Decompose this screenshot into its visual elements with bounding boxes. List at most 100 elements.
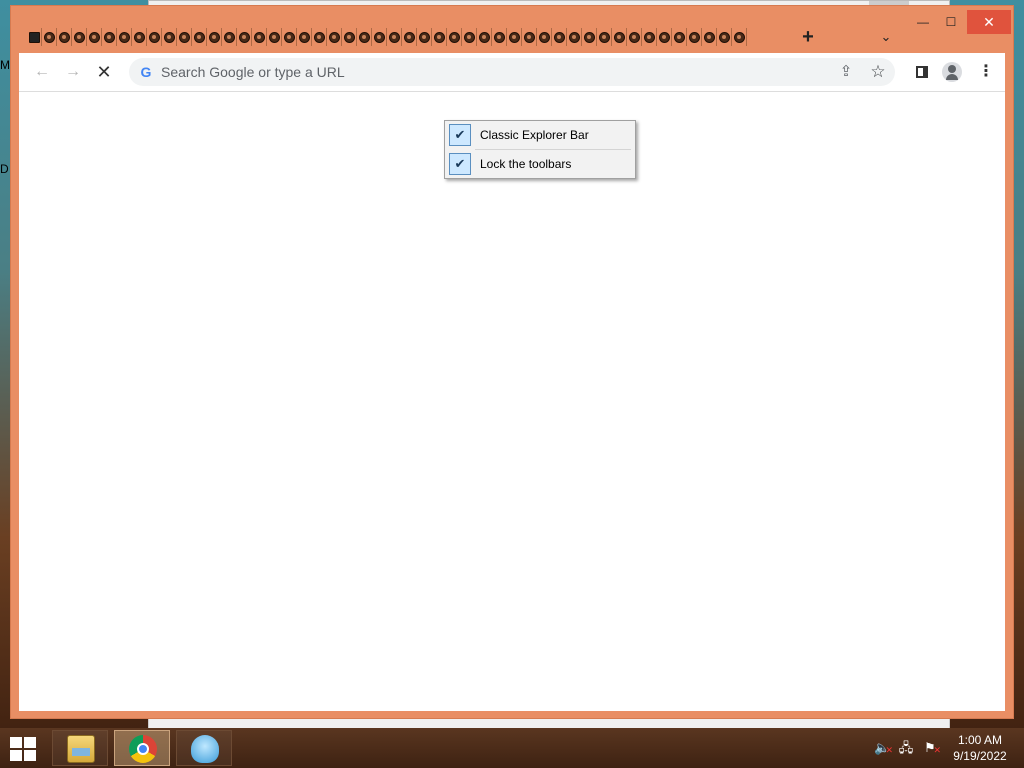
tab[interactable] — [717, 28, 732, 46]
tab[interactable] — [702, 28, 717, 46]
side-panel-button[interactable] — [911, 61, 933, 83]
side-panel-icon — [916, 66, 928, 78]
sound-icon[interactable]: 🔈 ✕ — [874, 740, 893, 756]
network-icon[interactable]: 🖧 — [898, 740, 914, 756]
tab[interactable] — [147, 28, 162, 46]
tab[interactable] — [627, 28, 642, 46]
windows-logo-icon — [24, 750, 36, 761]
favicon-icon — [373, 31, 385, 43]
bookmark-star-icon[interactable]: ☆ — [867, 61, 889, 83]
tab[interactable] — [192, 28, 207, 46]
tab[interactable] — [57, 28, 72, 46]
tab[interactable] — [687, 28, 702, 46]
chrome-menu-button[interactable]: ⋮ — [975, 61, 997, 83]
tab[interactable] — [417, 28, 432, 46]
tab[interactable] — [207, 28, 222, 46]
favicon-icon — [418, 31, 430, 43]
page-content[interactable] — [19, 92, 1005, 711]
favicon-icon — [538, 31, 550, 43]
menu-item-label: Lock the toolbars — [480, 157, 572, 171]
tab[interactable] — [357, 28, 372, 46]
back-button[interactable]: ← — [31, 61, 53, 83]
taskbar-file-explorer[interactable] — [52, 730, 108, 766]
taskbar-chrome[interactable] — [114, 730, 170, 766]
menu-item-lock-toolbars[interactable]: ✔ Lock the toolbars — [447, 151, 633, 177]
tab[interactable] — [732, 28, 747, 46]
favicon-icon — [238, 31, 250, 43]
tab[interactable] — [672, 28, 687, 46]
tab[interactable] — [177, 28, 192, 46]
clock-date: 9/19/2022 — [953, 749, 1007, 763]
tab[interactable] — [522, 28, 537, 46]
favicon-icon — [493, 31, 505, 43]
favicon-icon — [403, 31, 415, 43]
title-bar[interactable]: + ⌄ — ☐ ✕ — [11, 6, 1013, 50]
tab[interactable] — [657, 28, 672, 46]
tab[interactable] — [597, 28, 612, 46]
context-menu: ✔ Classic Explorer Bar ✔ Lock the toolba… — [444, 120, 636, 179]
tab[interactable] — [312, 28, 327, 46]
taskbar-classic-shell[interactable] — [176, 730, 232, 766]
chrome-icon — [129, 735, 157, 763]
favicon-icon — [643, 31, 655, 43]
tab[interactable] — [87, 28, 102, 46]
close-button[interactable]: ✕ — [967, 10, 1011, 34]
tab[interactable] — [327, 28, 342, 46]
share-icon[interactable]: ⇪ — [835, 61, 857, 83]
tab[interactable] — [552, 28, 567, 46]
address-bar[interactable]: G Search Google or type a URL ⇪ ☆ — [129, 58, 895, 86]
favicon-icon — [448, 31, 460, 43]
tab[interactable] — [582, 28, 597, 46]
network-glyph: 🖧 — [898, 740, 914, 755]
tab[interactable] — [282, 28, 297, 46]
tab[interactable] — [162, 28, 177, 46]
tab[interactable] — [432, 28, 447, 46]
tab[interactable] — [507, 28, 522, 46]
stop-loading-button[interactable]: ✕ — [93, 61, 115, 83]
forward-button[interactable]: → — [62, 61, 84, 83]
favicon-icon — [283, 31, 295, 43]
maximize-button[interactable]: ☐ — [937, 12, 965, 32]
tab[interactable] — [72, 28, 87, 46]
tab[interactable] — [492, 28, 507, 46]
favicon-icon — [583, 31, 595, 43]
minimize-button[interactable]: — — [909, 12, 937, 32]
tab[interactable] — [642, 28, 657, 46]
tab[interactable] — [462, 28, 477, 46]
tab[interactable] — [402, 28, 417, 46]
tab[interactable] — [267, 28, 282, 46]
menu-item-classic-explorer-bar[interactable]: ✔ Classic Explorer Bar — [447, 122, 633, 148]
tab[interactable] — [252, 28, 267, 46]
tab[interactable] — [102, 28, 117, 46]
start-button[interactable] — [8, 735, 38, 761]
tab[interactable] — [222, 28, 237, 46]
new-tab-button[interactable]: + — [797, 26, 819, 48]
tab[interactable] — [447, 28, 462, 46]
tab[interactable] — [477, 28, 492, 46]
avatar-icon — [942, 62, 962, 82]
tab[interactable] — [132, 28, 147, 46]
tab[interactable] — [372, 28, 387, 46]
tab[interactable] — [342, 28, 357, 46]
trash-icon — [28, 31, 40, 43]
favicon-icon — [328, 31, 340, 43]
favicon-icon — [613, 31, 625, 43]
tab[interactable] — [117, 28, 132, 46]
tab[interactable] — [237, 28, 252, 46]
favicon-icon — [118, 31, 130, 43]
favicon-icon — [388, 31, 400, 43]
tab-search-button[interactable]: ⌄ — [875, 26, 897, 48]
tab[interactable] — [567, 28, 582, 46]
action-center-flag-icon[interactable]: ⚑ ✕ — [922, 740, 941, 756]
windows-logo-icon — [24, 737, 36, 748]
tab[interactable] — [297, 28, 312, 46]
tab-strip — [27, 27, 763, 47]
favicon-icon — [553, 31, 565, 43]
clock[interactable]: 1:00 AM 9/19/2022 — [950, 732, 1010, 764]
tab[interactable] — [537, 28, 552, 46]
tab-pinned[interactable] — [27, 28, 42, 46]
tab[interactable] — [387, 28, 402, 46]
tab[interactable] — [612, 28, 627, 46]
profile-button[interactable] — [941, 61, 963, 83]
tab[interactable] — [42, 28, 57, 46]
